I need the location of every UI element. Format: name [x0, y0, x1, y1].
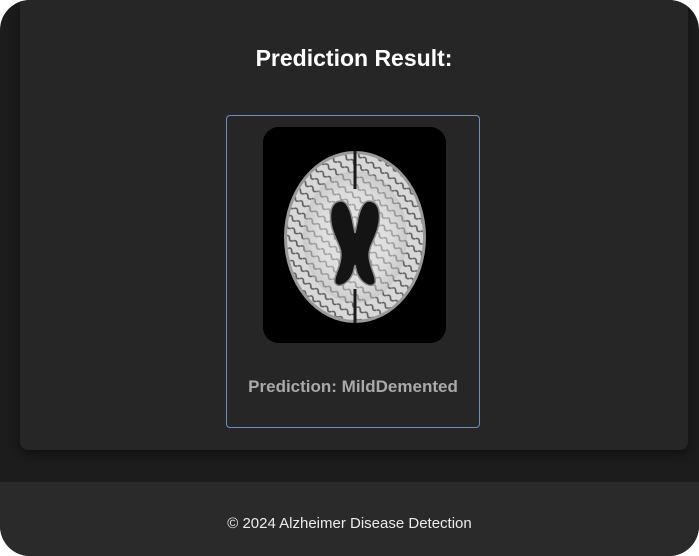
- mri-scan-image: [263, 127, 446, 343]
- result-card: Prediction: MildDemented: [226, 115, 480, 428]
- app-window: Prediction Result: Prediction: MildDemen…: [0, 0, 699, 556]
- page-title: Prediction Result:: [255, 45, 453, 71]
- footer: © 2024 Alzheimer Disease Detection: [0, 482, 699, 556]
- prediction-label: Prediction: MildDemented: [248, 377, 458, 396]
- main-card: Prediction Result: Prediction: MildDemen…: [20, 0, 688, 450]
- footer-copyright: © 2024 Alzheimer Disease Detection: [227, 515, 472, 532]
- brain-scan-graphic: [263, 127, 446, 343]
